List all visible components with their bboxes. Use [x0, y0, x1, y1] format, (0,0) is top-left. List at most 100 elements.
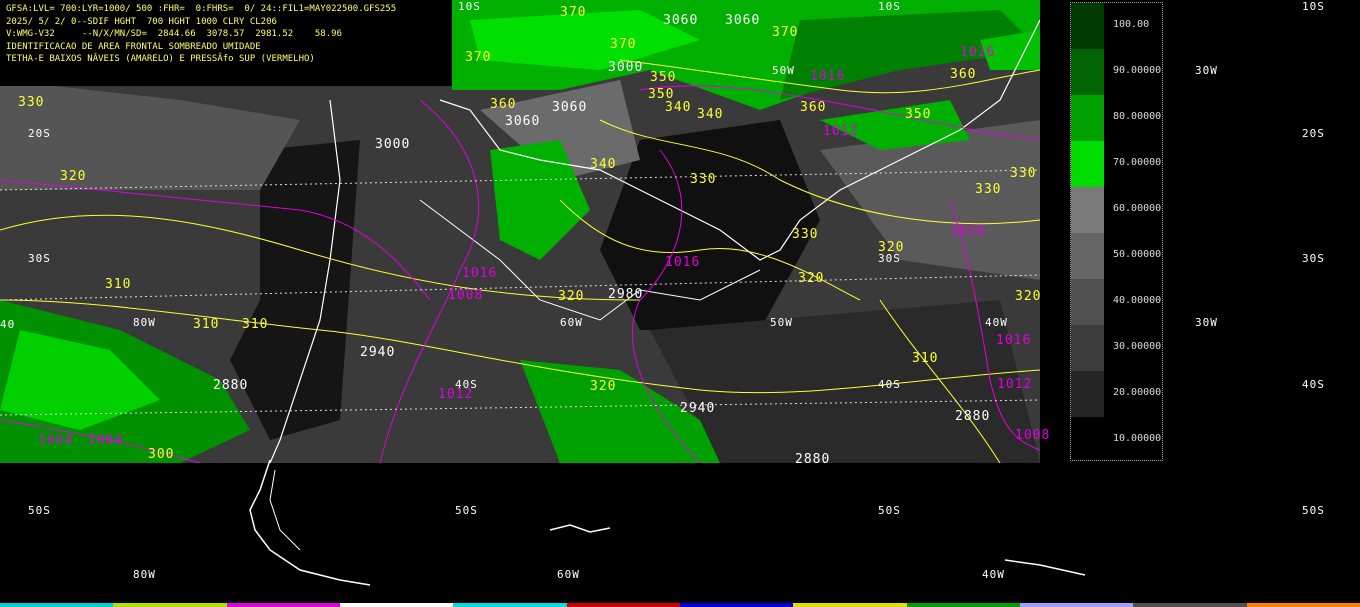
lon-label-50w: 50W — [770, 316, 793, 329]
legend-swatch — [1071, 187, 1104, 233]
south-georgia-island — [1004, 559, 1086, 576]
falklands-islands — [549, 524, 611, 533]
legend-swatch — [1071, 95, 1104, 141]
height-label: 2980 — [608, 287, 644, 302]
bottom-color-strip — [0, 603, 1360, 607]
legend-swatch — [1071, 233, 1104, 279]
header-info-block: GFSA:LVL= 700:LYR=1000/ 500 :FHR= 0:FHRS… — [0, 0, 452, 86]
pressure-label: 1012 — [823, 124, 859, 139]
lon-label-80w: 80W — [133, 316, 156, 329]
theta-e-label: 360 — [800, 100, 827, 115]
theta-e-label: 320 — [60, 169, 87, 184]
lat-label-40s: 40S — [878, 378, 901, 391]
pressure-label: 1016 — [810, 69, 846, 84]
theta-e-label: 300 — [148, 447, 175, 462]
legend-swatch — [1071, 325, 1104, 371]
theta-e-label: 360 — [490, 97, 517, 112]
lon-label-40w: 40W — [985, 316, 1008, 329]
theta-e-label: 330 — [975, 182, 1002, 197]
legend-level: 100.00 — [1113, 19, 1150, 30]
bottom-color-segment — [339, 603, 454, 607]
pressure-label: 1016 — [462, 266, 498, 281]
lat-label-30s: 30S — [28, 252, 51, 265]
theta-e-label: 320 — [558, 289, 585, 304]
theta-e-label: 370 — [465, 50, 492, 65]
theta-e-label: 340 — [590, 157, 617, 172]
bottom-color-segment — [1133, 603, 1247, 607]
lat-label-30s: 30S — [1302, 252, 1325, 265]
height-label: 2940 — [680, 401, 716, 416]
pressure-label: 1020 — [950, 224, 986, 239]
lat-label-50s: 50S — [455, 504, 478, 517]
theta-e-label: 340 — [665, 100, 692, 115]
theta-e-label: 350 — [905, 107, 932, 122]
height-label: 3060 — [663, 13, 699, 28]
lat-label-40s: 40S — [1302, 378, 1325, 391]
bottom-color-segment — [793, 603, 907, 607]
pressure-label: 1016 — [996, 333, 1032, 348]
pressure-label: 1012 — [438, 387, 474, 402]
bottom-color-segment — [1019, 603, 1134, 607]
bottom-color-segment — [906, 603, 1020, 607]
theta-e-label: 310 — [242, 317, 269, 332]
legend-level: 30.00000 — [1113, 341, 1162, 352]
height-label: 3060 — [552, 100, 588, 115]
legend-level: 70.00000 — [1113, 157, 1162, 168]
pressure-label: 1008 — [1015, 428, 1051, 443]
height-label: 2880 — [213, 378, 249, 393]
theta-e-label: 360 — [950, 67, 977, 82]
theta-e-label: 320 — [798, 271, 825, 286]
theta-e-label: 330 — [792, 227, 819, 242]
theta-e-label: 330 — [1010, 166, 1037, 181]
height-label: 3000 — [375, 137, 411, 152]
header-line: TETHA-E BAIXOS NÂVEIS (AMARELO) E PRESSÃ… — [6, 54, 315, 64]
pressure-label: 1004 — [88, 433, 124, 448]
bottom-color-segment — [226, 603, 340, 607]
height-label: 2880 — [955, 409, 991, 424]
lat-label-10s: 10S — [878, 0, 901, 13]
theta-e-label: 320 — [1015, 289, 1042, 304]
legend-level: 10.00000 — [1113, 433, 1162, 444]
header-line: V:WMG-V32 --N/X/MN/SD= 2844.66 3078.57 2… — [6, 29, 342, 39]
theta-e-label: 310 — [193, 317, 220, 332]
lon-label-50w: 50W — [772, 64, 795, 77]
header-line: 2025/ 5/ 2/ 0--SDIF HGHT 700 HGHT 1000 C… — [6, 16, 277, 27]
bottom-color-segment — [0, 603, 114, 607]
lat-label-50s: 50S — [878, 504, 901, 517]
height-label: 2940 — [360, 345, 396, 360]
pressure-label: 1016 — [960, 45, 996, 60]
legend-swatch — [1071, 371, 1104, 417]
bottom-color-segment — [566, 603, 680, 607]
lat-label-20s: 20S — [28, 127, 51, 140]
theta-e-label: 320 — [878, 240, 905, 255]
lat-label-50s: 50S — [1302, 504, 1325, 517]
bottom-color-segment — [113, 603, 227, 607]
legend-level: 20.00000 — [1113, 387, 1162, 398]
legend-level: 50.00000 — [1113, 249, 1162, 260]
theta-e-label: 370 — [560, 5, 587, 20]
lon-label-40w: 40W — [982, 568, 1005, 581]
height-label: 3060 — [505, 114, 541, 129]
bottom-color-segment — [1246, 603, 1360, 607]
legend-swatch — [1071, 49, 1104, 95]
legend-swatch — [1071, 141, 1104, 187]
lat-label-10s: 10S — [1302, 0, 1325, 13]
theta-e-label: 370 — [610, 37, 637, 52]
lat-label-40s-partial: 40 — [0, 318, 16, 331]
height-label: 3000 — [608, 60, 644, 75]
theta-e-label: 350 — [650, 70, 677, 85]
lat-label-20s: 20S — [1302, 127, 1325, 140]
lon-label-30w: 30W — [1195, 64, 1218, 77]
legend-level: 60.00000 — [1113, 203, 1162, 214]
bottom-color-segment — [453, 603, 567, 607]
theta-e-label: 330 — [18, 95, 45, 110]
lon-label-60w: 60W — [560, 316, 583, 329]
theta-e-label: 330 — [690, 172, 717, 187]
header-line: GFSA:LVL= 700:LYR=1000/ 500 :FHR= 0:FHRS… — [6, 4, 397, 14]
pressure-label: 1016 — [665, 255, 701, 270]
lat-label-50s: 50S — [28, 504, 51, 517]
lon-label-80w: 80W — [133, 568, 156, 581]
height-label: 2880 — [795, 452, 831, 467]
bottom-color-segment — [679, 603, 794, 607]
color-scale-legend: 100.00 90.00000 80.00000 70.00000 60.000… — [1070, 2, 1163, 461]
